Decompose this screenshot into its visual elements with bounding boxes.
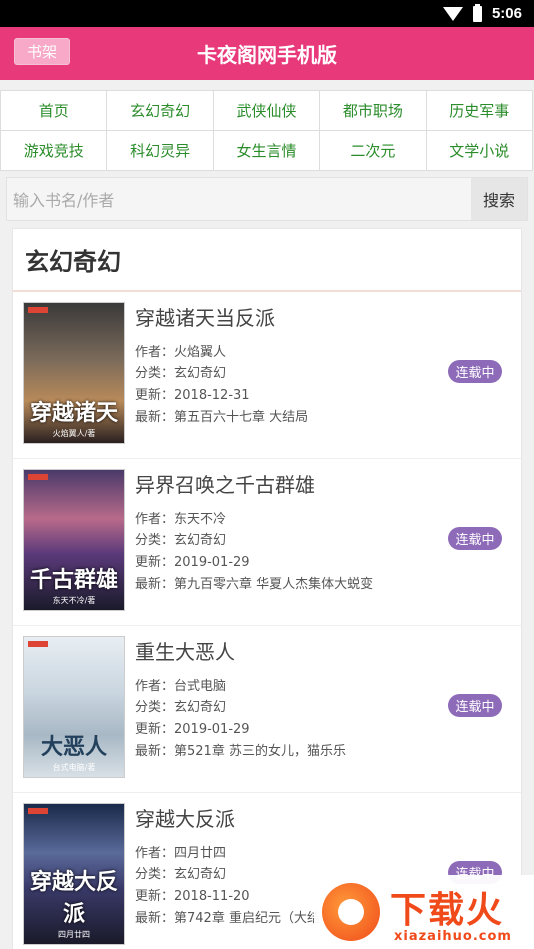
- book-updated: 更新：2019-01-29: [135, 722, 250, 737]
- cover-title: 穿越大反派: [29, 869, 118, 927]
- status-bar: 5:06: [0, 0, 534, 27]
- cover-author: 火焰翼人/著: [52, 429, 96, 438]
- nav-romance[interactable]: 女生言情: [212, 130, 321, 171]
- cover-title: 大恶人: [40, 734, 107, 760]
- site-title: 卡夜阁网手机版: [197, 43, 337, 67]
- book-category: 分类：玄幻奇幻: [135, 867, 227, 882]
- search-input[interactable]: 输入书名/作者: [7, 178, 471, 220]
- category-nav: 首页 玄幻奇幻 武侠仙侠 都市职场 历史军事 游戏竞技 科幻灵异 女生言情 二次…: [0, 90, 534, 171]
- nav-gaming[interactable]: 游戏竞技: [0, 130, 108, 171]
- status-time: 5:06: [491, 5, 522, 22]
- cover-author: 东天不冷/著: [52, 596, 96, 605]
- nav-fantasy[interactable]: 玄幻奇幻: [106, 90, 214, 131]
- flame-logo-icon: [322, 883, 380, 941]
- cover-author: 台式电脑/著: [52, 763, 96, 772]
- bookshelf-button[interactable]: 书架: [14, 38, 70, 65]
- book-updated: 更新：2019-01-29: [135, 555, 250, 570]
- cover-author: 四月廿四: [58, 930, 90, 939]
- book-item[interactable]: 大恶人 台式电脑/著 重生大恶人 作者：台式电脑 分类：玄幻奇幻 更新：2019…: [13, 626, 521, 793]
- publisher-badge: [28, 808, 48, 814]
- book-item[interactable]: 穿越诸天 火焰翼人/著 穿越诸天当反派 作者：火焰翼人 分类：玄幻奇幻 更新：2…: [13, 292, 521, 459]
- book-category: 分类：玄幻奇幻: [135, 533, 227, 548]
- book-category: 分类：玄幻奇幻: [135, 366, 227, 381]
- search-bar: 输入书名/作者 搜索: [6, 177, 528, 221]
- nav-scifi[interactable]: 科幻灵异: [106, 130, 214, 171]
- book-title[interactable]: 穿越大反派: [135, 803, 235, 832]
- book-title[interactable]: 异界召唤之千古群雄: [135, 469, 315, 498]
- book-latest-chapter[interactable]: 最新：第521章 苏三的女儿，猫乐乐: [135, 740, 346, 759]
- status-badge: 连载中: [448, 360, 502, 383]
- nav-wuxia[interactable]: 武侠仙侠: [212, 90, 321, 131]
- book-cover[interactable]: 穿越大反派 四月廿四: [23, 803, 125, 945]
- app-header: 书架 卡夜阁网手机版: [0, 27, 534, 80]
- book-author: 作者：东天不冷: [135, 512, 227, 527]
- book-category: 分类：玄幻奇幻: [135, 700, 227, 715]
- book-item[interactable]: 千古群雄 东天不冷/著 异界召唤之千古群雄 作者：东天不冷 分类：玄幻奇幻 更新…: [13, 459, 521, 626]
- cover-title: 穿越诸天: [29, 400, 118, 426]
- book-updated: 更新：2018-11-20: [135, 889, 250, 904]
- publisher-badge: [28, 307, 48, 313]
- nav-acg[interactable]: 二次元: [319, 130, 427, 171]
- book-cover[interactable]: 大恶人 台式电脑/著: [23, 636, 125, 778]
- book-title[interactable]: 重生大恶人: [135, 636, 235, 665]
- status-badge: 连载中: [448, 694, 502, 717]
- book-cover[interactable]: 千古群雄 东天不冷/著: [23, 469, 125, 611]
- wifi-icon: [442, 6, 463, 21]
- book-title[interactable]: 穿越诸天当反派: [135, 302, 275, 331]
- publisher-badge: [28, 641, 48, 647]
- book-author: 作者：火焰翼人: [135, 345, 227, 360]
- status-badge: 连载中: [448, 527, 502, 550]
- search-button[interactable]: 搜索: [471, 178, 527, 220]
- section-title: 玄幻奇幻: [13, 229, 521, 292]
- book-author: 作者：四月廿四: [135, 846, 227, 861]
- book-latest-chapter[interactable]: 最新：第五百六十七章 大结局: [135, 406, 308, 425]
- book-cover[interactable]: 穿越诸天 火焰翼人/著: [23, 302, 125, 444]
- watermark: 下载火 xiazaihuo.com: [314, 875, 534, 949]
- nav-history[interactable]: 历史军事: [425, 90, 533, 131]
- battery-icon: [472, 3, 482, 22]
- nav-home[interactable]: 首页: [0, 90, 108, 131]
- nav-urban[interactable]: 都市职场: [319, 90, 427, 131]
- book-list-panel: 玄幻奇幻 穿越诸天 火焰翼人/著 穿越诸天当反派 作者：火焰翼人 分类：玄幻奇幻…: [12, 228, 522, 949]
- cover-title: 千古群雄: [29, 567, 118, 593]
- watermark-text: 下载火: [390, 890, 505, 931]
- watermark-url: xiazaihuo.com: [394, 929, 512, 944]
- nav-literature[interactable]: 文学小说: [425, 130, 533, 171]
- book-latest-chapter[interactable]: 最新：第742章 重启纪元（大结: [135, 907, 320, 926]
- book-updated: 更新：2018-12-31: [135, 388, 250, 403]
- book-author: 作者：台式电脑: [135, 679, 227, 694]
- book-latest-chapter[interactable]: 最新：第九百零六章 华夏人杰集体大蜕变: [135, 573, 373, 592]
- publisher-badge: [28, 474, 48, 480]
